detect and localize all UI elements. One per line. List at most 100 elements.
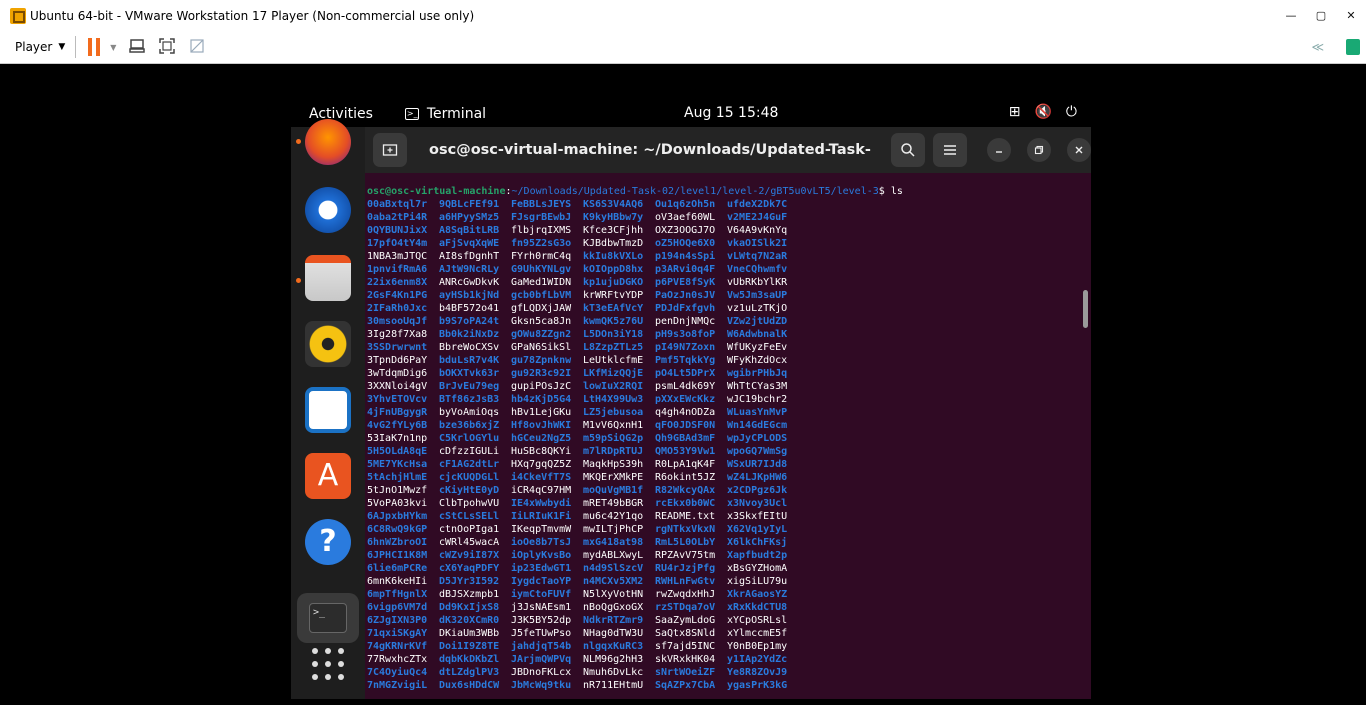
ls-directory-entry: 2IFaRh0Jxc [367, 303, 428, 314]
ls-file-entry: SaaZymLdoG [655, 615, 716, 626]
ls-directory-entry: pI49N7Zoxn [655, 342, 716, 353]
ls-directory-entry: 1pnvifRmA6 [367, 264, 428, 275]
ls-file-entry: J3K5BY52dp [511, 615, 572, 626]
ls-directory-entry: aFjSvqXqWE [439, 238, 500, 249]
ls-directory-entry: QMO53Y9Vw1 [655, 446, 716, 457]
maximize-button[interactable]: ▢ [1306, 9, 1336, 22]
ls-directory-entry: pXXxEWcKkz [655, 394, 716, 405]
activities-button[interactable]: Activities [309, 106, 373, 122]
clock[interactable]: Aug 15 15:48 [684, 105, 778, 121]
ls-directory-entry: 6ZJgIXN3P0 [367, 615, 428, 626]
ls-directory-entry: rzSTDqa7oV [655, 602, 716, 613]
terminal-maximize-button[interactable] [1027, 138, 1051, 162]
ls-file-entry: OXZ3OOGJ7O [655, 225, 716, 236]
library-icon[interactable] [1346, 39, 1360, 55]
ls-directory-entry: 7C4OyiuQc4 [367, 667, 428, 678]
ls-directory-entry: m7lRDpRTUJ [583, 446, 644, 457]
chevron-down-icon[interactable]: ▼ [110, 43, 116, 52]
ls-directory-entry: qFO0JDSF0N [655, 420, 716, 431]
thunderbird-icon[interactable] [305, 187, 351, 233]
close-window-button[interactable]: ✕ [1336, 9, 1366, 22]
ls-directory-entry: iymCtoFUVf [511, 589, 572, 600]
ls-file-entry: cWRl45wacA [439, 537, 500, 548]
ls-file-entry: KJBdbwTmzD [583, 238, 644, 249]
terminal-scrollbar[interactable] [1083, 290, 1088, 328]
ls-file-entry: gupiPOsJzC [511, 381, 572, 392]
app-center-icon[interactable]: A [305, 453, 351, 499]
ls-directory-entry: hb4zKjD5G4 [511, 394, 572, 405]
ls-directory-entry: gOWu8ZZgn2 [511, 329, 572, 340]
minimize-icon [996, 151, 1002, 153]
help-icon[interactable]: ? [305, 519, 351, 565]
ls-directory-entry: nlgqxKuRC3 [583, 641, 644, 652]
ls-directory-entry: ayHSb1kjNd [439, 290, 500, 301]
ls-file-entry: cDfzzIGULi [439, 446, 500, 457]
player-menu-label: Player [15, 40, 53, 54]
app-name-label: Terminal [426, 105, 487, 122]
terminal-title: osc@osc-virtual-machine: ~/Downloads/Upd… [429, 142, 871, 158]
ls-directory-entry: cF1AG2dtLr [439, 459, 500, 470]
app-indicator[interactable]: >_ Terminal [404, 105, 487, 122]
ls-file-entry: xBsGYZHomA [727, 563, 788, 574]
rewind-icon[interactable]: ≪ [1311, 40, 1324, 54]
ls-directory-entry: SqAZPx7CbA [655, 680, 716, 691]
ls-directory-entry: 6lie6mPCRe [367, 563, 428, 574]
ls-file-entry: GaMed1WIDN [511, 277, 572, 288]
ls-directory-entry: kOIOppD8hx [583, 264, 644, 275]
ls-directory-entry: FeBBLsJEYS [511, 199, 572, 210]
ls-file-entry: vz1uLzTKjO [727, 303, 788, 314]
firefox-icon[interactable] [305, 119, 351, 165]
ls-file-entry: WFyKhZdOcx [727, 355, 788, 366]
ls-directory-entry: dqbKkDKbZl [439, 654, 500, 665]
writer-icon[interactable] [305, 387, 351, 433]
ls-directory-entry: 5tAchjHlmE [367, 472, 428, 483]
ls-file-entry: iCR4qC97HM [511, 485, 572, 496]
ls-directory-entry: IiLRIuK1Fi [511, 511, 572, 522]
ls-file-entry: V64A9vKnYq [727, 225, 788, 236]
new-tab-button[interactable] [373, 133, 407, 167]
ls-directory-entry: 0aba2tPi4R [367, 212, 428, 223]
ls-file-entry: M1vV6QxnH1 [583, 420, 644, 431]
ls-directory-entry: y1IAp2YdZc [727, 654, 788, 665]
terminal-close-button[interactable] [1067, 138, 1091, 162]
terminal-minimize-button[interactable] [987, 138, 1011, 162]
ls-file-entry: Kfce3CFjhh [583, 225, 644, 236]
system-tray[interactable]: ⊞ 🔇 ⏻ [1009, 104, 1077, 120]
show-apps-icon[interactable] [305, 641, 351, 687]
ls-directory-entry: RU4rJzjPfg [655, 563, 716, 574]
fullscreen-icon[interactable] [158, 38, 176, 56]
ls-directory-entry: cKiyHtE0yD [439, 485, 500, 496]
ls-directory-entry: rcEkx0b0WC [655, 498, 716, 509]
ls-directory-entry: gu92R3c92I [511, 368, 572, 379]
ls-directory-entry: cWZv9iI87X [439, 550, 500, 561]
ls-directory-entry: LZ5jebusoa [583, 407, 644, 418]
pause-icon[interactable] [88, 38, 102, 56]
send-ctrl-alt-del-icon[interactable] [128, 38, 146, 56]
ls-directory-entry: Wn14GdEGcm [727, 420, 788, 431]
ls-directory-entry: x3Nvoy3Ucl [727, 498, 788, 509]
rhythmbox-icon[interactable] [305, 321, 351, 367]
terminal-window[interactable]: osc@osc-virtual-machine: ~/Downloads/Upd… [365, 127, 1091, 699]
ls-directory-entry: fn95Z2sG3o [511, 238, 572, 249]
ls-directory-entry: VneCQhwmfv [727, 264, 788, 275]
unity-mode-icon[interactable] [188, 38, 206, 56]
typed-command: ls [890, 186, 903, 197]
ls-directory-entry: 71qxiSKgAY [367, 628, 428, 639]
hamburger-menu-button[interactable] [933, 133, 967, 167]
search-button[interactable] [891, 133, 925, 167]
terminal-icon[interactable]: >_ [297, 593, 359, 643]
minimize-button[interactable]: — [1276, 9, 1306, 22]
ls-directory-entry: 6C8RwQ9kGP [367, 524, 428, 535]
ls-directory-entry: 5H5OLdA8qE [367, 446, 428, 457]
ls-file-entry: IKeqpTmvmW [511, 524, 572, 535]
ls-directory-entry: 6AJpxbHYkm [367, 511, 428, 522]
ls-file-entry: N5lXyVotHN [583, 589, 644, 600]
terminal-output[interactable]: osc@osc-virtual-machine:~/Downloads/Upda… [365, 185, 1075, 699]
player-menu-button[interactable]: Player ▼ [15, 40, 65, 54]
running-indicator [296, 278, 301, 283]
ls-directory-entry: bOKXTvk63r [439, 368, 500, 379]
ls-file-entry: 77RwxhcZTx [367, 654, 428, 665]
ls-directory-entry: 6mpTfHgnlX [367, 589, 428, 600]
files-icon[interactable] [305, 255, 351, 301]
ls-directory-entry: 3SSDrwrwnt [367, 342, 428, 353]
